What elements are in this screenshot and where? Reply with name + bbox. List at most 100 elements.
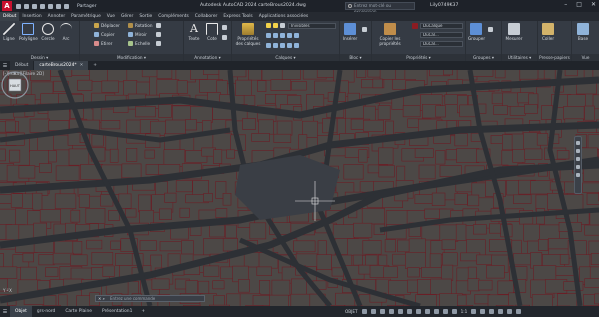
otrack-icon[interactable] xyxy=(406,309,412,314)
cote-button[interactable]: Cote xyxy=(204,23,220,41)
drawing-canvas[interactable]: [-][Haut][Filaire 2D] HAUT N Y ┘X ✕ ⌕ En… xyxy=(0,70,599,306)
tab-debut[interactable]: Début xyxy=(0,12,20,21)
group-modification-title[interactable]: Modification ▾ xyxy=(80,54,183,61)
layer-properties-button[interactable]: Propriétés des calques xyxy=(234,23,262,46)
workspace-icon[interactable] xyxy=(471,309,477,314)
user-account[interactable]: Lily0749K37 xyxy=(430,3,458,8)
tab-annoter[interactable]: Annoter xyxy=(45,12,68,21)
undo-icon[interactable] xyxy=(56,3,61,9)
table-button[interactable] xyxy=(222,35,227,40)
new-tab-icon[interactable]: + xyxy=(89,63,101,68)
redo-icon[interactable] xyxy=(64,3,69,9)
leader-button[interactable] xyxy=(222,25,227,30)
pan-icon[interactable] xyxy=(576,141,580,145)
save-icon[interactable] xyxy=(32,3,37,9)
search-input[interactable]: Entrez mot-clé ou expression xyxy=(345,2,415,14)
group-utilitaires-title[interactable]: Utilitaires ▾ xyxy=(502,54,537,61)
tab-gerer[interactable]: Gérer xyxy=(118,12,136,21)
steering-wheel-icon[interactable] xyxy=(576,173,580,177)
showmotion-icon[interactable] xyxy=(576,165,580,169)
group-vue-title[interactable]: Vue xyxy=(572,54,599,61)
layer-state-icons[interactable] xyxy=(266,23,285,28)
layout-tab-carte-plaine[interactable]: Carte Plaine xyxy=(60,306,97,317)
polar-icon[interactable] xyxy=(388,309,394,314)
arc-button[interactable]: Arc xyxy=(58,23,74,41)
linetype-dropdown[interactable]: DuCal... xyxy=(420,41,463,47)
zoom-icon[interactable] xyxy=(576,149,580,153)
group-presse-title[interactable]: Presse-papiers xyxy=(538,54,571,61)
grouper-button[interactable]: Grouper xyxy=(468,23,485,41)
tab-parametrique[interactable]: Paramétrique xyxy=(68,12,104,21)
miroir-button[interactable]: Miroir xyxy=(128,32,147,37)
rotation-button[interactable]: Rotation xyxy=(128,23,153,28)
menu-icon[interactable]: ☰ xyxy=(0,63,10,69)
base-button[interactable]: Base xyxy=(575,23,591,41)
tab-complements[interactable]: Compléments xyxy=(155,12,192,21)
trim-button[interactable] xyxy=(156,23,161,28)
copier-proprietes-button[interactable]: Copier les propriétés xyxy=(374,23,406,46)
layer-tools-row1[interactable] xyxy=(266,33,299,38)
group-proprietes-title[interactable]: Propriétés ▾ xyxy=(372,54,465,61)
selection-cycling-icon[interactable] xyxy=(433,309,439,314)
deplacer-button[interactable]: Déplacer xyxy=(94,23,120,28)
orbit-icon[interactable] xyxy=(576,157,580,161)
tab-vue[interactable]: Vue xyxy=(104,12,118,21)
group-dessin-title[interactable]: Dessin ▾ xyxy=(0,54,79,61)
grid-icon[interactable] xyxy=(361,309,367,314)
inserer-button[interactable]: Insérer xyxy=(342,23,358,41)
ungroup-button[interactable] xyxy=(488,27,493,32)
transparency-icon[interactable] xyxy=(424,309,430,314)
autocad-logo[interactable]: A xyxy=(2,1,12,11)
snap-icon[interactable] xyxy=(370,309,376,314)
lineweight-dropdown[interactable]: DuCal... xyxy=(420,32,463,38)
group-calques-title[interactable]: Calques ▾ xyxy=(232,54,339,61)
echelle-button[interactable]: Echelle xyxy=(128,41,150,46)
hardware-accel-icon[interactable] xyxy=(498,309,504,314)
coller-button[interactable]: Coller xyxy=(540,23,556,41)
fillet-button[interactable] xyxy=(156,32,161,37)
file-tab-debut[interactable]: Début xyxy=(10,61,34,70)
tab-insertion[interactable]: Insertion xyxy=(19,12,44,21)
maximize-icon[interactable]: □ xyxy=(576,1,582,8)
etirer-button[interactable]: Etirer xyxy=(94,41,112,46)
annotation-scale-icon[interactable] xyxy=(451,309,457,314)
layout-tab-objet[interactable]: Objet xyxy=(10,306,32,317)
close-tab-icon[interactable]: ✕ xyxy=(80,63,84,68)
viewcube[interactable]: HAUT N xyxy=(0,70,30,100)
isolate-icon[interactable] xyxy=(489,309,495,314)
layouts-menu-icon[interactable]: ☰ xyxy=(0,309,10,315)
ligne-button[interactable]: Ligne xyxy=(1,23,17,41)
group-bloc-title[interactable]: Bloc ▾ xyxy=(340,54,371,61)
customize-icon[interactable] xyxy=(516,309,522,314)
file-tab-drawing[interactable]: carteBrous2024* ✕ xyxy=(34,61,89,70)
layout-tab-grs-nord[interactable]: grs-nord xyxy=(32,306,60,317)
ortho-icon[interactable] xyxy=(379,309,385,314)
layer-dropdown[interactable]: Invisibles xyxy=(288,23,336,29)
array-button[interactable] xyxy=(156,41,161,46)
command-line-icons[interactable]: ✕ ⌕ xyxy=(98,296,105,301)
layout-tab-presentation1[interactable]: Présentation1 xyxy=(97,306,137,317)
texte-button[interactable]: A Texte xyxy=(186,23,202,42)
units-icon[interactable] xyxy=(480,309,486,314)
color-dropdown[interactable]: DuCalque xyxy=(420,23,463,29)
copier-button[interactable]: Copier xyxy=(94,32,115,37)
share-button[interactable]: Partager xyxy=(77,4,97,9)
osnap-icon[interactable] xyxy=(397,309,403,314)
group-groupes-title[interactable]: Groupes ▾ xyxy=(466,54,501,61)
block-tool-button[interactable] xyxy=(362,27,367,32)
tab-collaborer[interactable]: Collaborer xyxy=(192,12,221,21)
command-line[interactable]: ✕ ⌕ Entrez une commande xyxy=(95,295,205,302)
tab-sortie[interactable]: Sortie xyxy=(136,12,155,21)
mesurer-button[interactable]: Mesurer xyxy=(504,23,524,41)
minimize-icon[interactable]: – xyxy=(564,1,567,8)
cercle-button[interactable]: Cercle xyxy=(40,23,56,41)
scale-value[interactable]: 1:1 xyxy=(461,309,468,314)
model-space-label[interactable]: OBJET xyxy=(345,309,358,314)
tab-applications[interactable]: Applications associées xyxy=(256,12,312,21)
saveas-icon[interactable] xyxy=(40,3,45,9)
close-icon[interactable]: ✕ xyxy=(591,1,596,8)
tab-express-tools[interactable]: Express Tools xyxy=(220,12,255,21)
group-annotation-title[interactable]: Annotation ▾ xyxy=(184,54,231,61)
lineweight-icon[interactable] xyxy=(415,309,421,314)
layer-tools-row2[interactable] xyxy=(266,43,299,48)
